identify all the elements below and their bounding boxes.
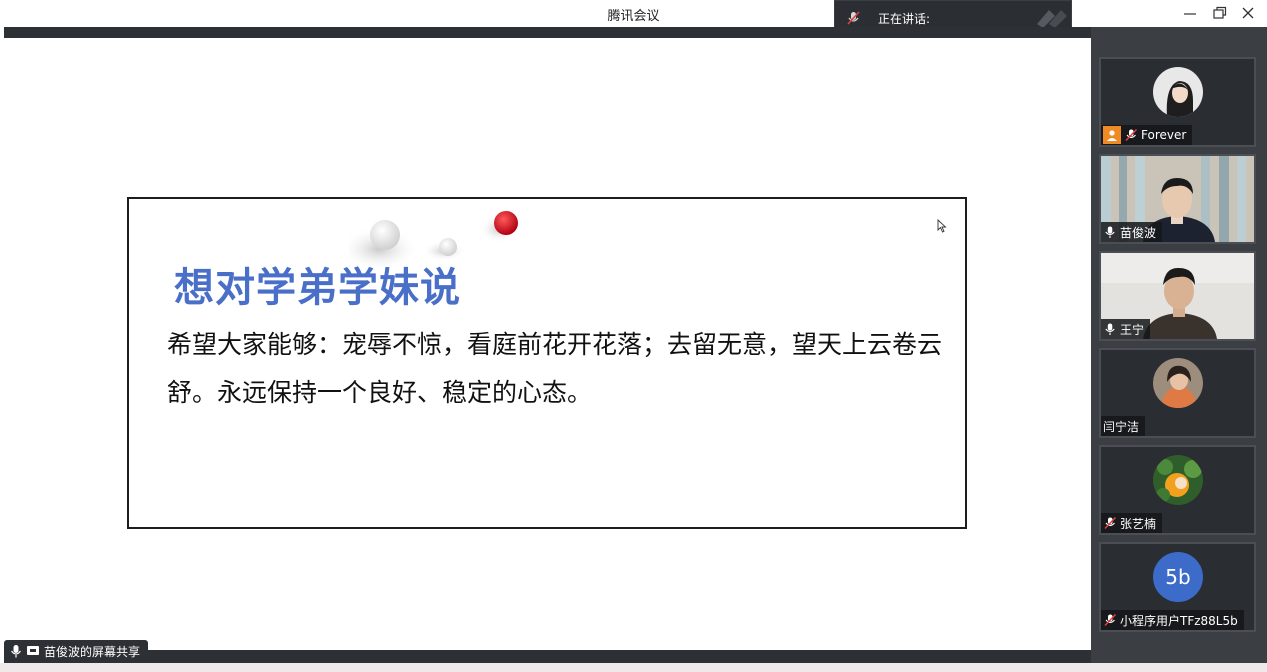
slide-title: 想对学弟学妹说 xyxy=(174,265,461,311)
participant-name-tag: 苗俊波 xyxy=(1101,222,1163,242)
initials-avatar: 5b xyxy=(1153,552,1203,602)
participant-panel: Forever 苗俊波 王宁 闫宁洁 张艺楠 5b 小程序用户TFz88L5b xyxy=(1091,27,1267,663)
participant-name: 小程序用户TFz88L5b xyxy=(1120,613,1238,628)
mouse-cursor-icon xyxy=(937,219,947,233)
participant-name-tag: 闫宁洁 xyxy=(1101,416,1146,436)
minimize-button[interactable] xyxy=(1180,4,1200,22)
participant-name-tag: 张艺楠 xyxy=(1101,513,1163,533)
mic-muted-icon xyxy=(1125,128,1138,142)
screen-share-label: 苗俊波的屏幕共享 xyxy=(44,644,141,659)
participant-name-tag: 小程序用户TFz88L5b xyxy=(1101,610,1244,630)
participant-name: 张艺楠 xyxy=(1120,516,1157,531)
bottom-strip xyxy=(0,663,1267,672)
participant-name: 苗俊波 xyxy=(1120,225,1157,240)
restore-button[interactable] xyxy=(1209,4,1229,22)
close-button[interactable] xyxy=(1238,4,1258,22)
participant-tile[interactable]: 王宁 xyxy=(1099,251,1256,341)
share-top-bar xyxy=(4,27,1091,38)
share-bottom-bar xyxy=(4,650,1091,663)
participant-tile[interactable]: 苗俊波 xyxy=(1099,154,1256,244)
mic-icon xyxy=(1105,226,1115,238)
mic-muted-icon xyxy=(1104,613,1117,627)
avatar xyxy=(1153,67,1203,117)
screen-share-tag: 苗俊波的屏幕共享 xyxy=(4,640,149,662)
window-title: 腾讯会议 xyxy=(607,9,660,24)
avatar xyxy=(1153,358,1203,408)
host-icon xyxy=(1103,126,1121,144)
avatar xyxy=(1153,455,1203,505)
mic-muted-icon xyxy=(847,11,860,25)
participant-tile[interactable]: Forever xyxy=(1099,57,1256,147)
screen-share-icon xyxy=(27,646,39,655)
participant-name: Forever xyxy=(1141,128,1187,142)
title-bar: 腾讯会议 xyxy=(0,0,1267,27)
participant-name: 王宁 xyxy=(1120,322,1145,337)
mic-muted-icon xyxy=(1104,516,1117,530)
participant-name-tag: 王宁 xyxy=(1101,319,1151,339)
slide: 想对学弟学妹说 希望大家能够：宠辱不惊，看庭前花开花落；去留无意，望天上云卷云舒… xyxy=(127,197,967,529)
speaking-label: 正在讲话: xyxy=(878,12,931,26)
participant-tile[interactable]: 张艺楠 xyxy=(1099,445,1256,535)
slide-body: 希望大家能够：宠辱不惊，看庭前花开花落；去留无意，望天上云卷云舒。永远保持一个良… xyxy=(167,330,943,407)
participant-tile[interactable]: 5b 小程序用户TFz88L5b xyxy=(1099,542,1256,632)
shared-screen: 想对学弟学妹说 希望大家能够：宠辱不惊，看庭前花开花落；去留无意，望天上云卷云舒… xyxy=(4,38,1091,650)
participant-tile[interactable]: 闫宁洁 xyxy=(1099,348,1256,438)
mic-icon xyxy=(1105,323,1115,335)
mic-icon xyxy=(11,645,21,658)
participant-name-tag: Forever xyxy=(1101,125,1193,145)
participant-name: 闫宁洁 xyxy=(1103,419,1140,434)
